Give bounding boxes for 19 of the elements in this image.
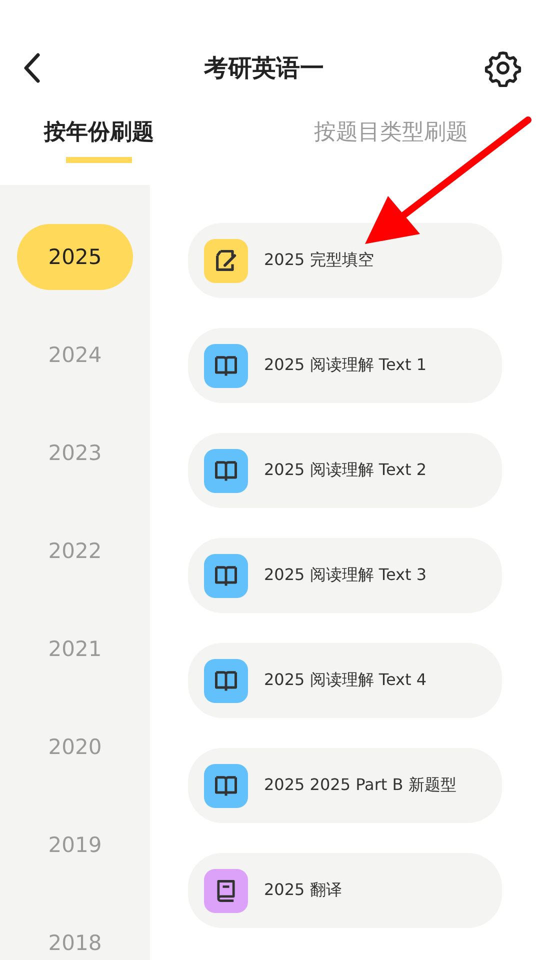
exercise-card[interactable]: 2025 阅读理解 Text 2	[188, 433, 502, 508]
exercise-card[interactable]: 2025 翻译	[188, 853, 502, 928]
page-title: 考研英语一	[204, 52, 324, 84]
exercise-card[interactable]: 2025 阅读理解 Text 1	[188, 328, 502, 403]
tab[interactable]: 按年份刷题	[44, 117, 154, 163]
exercise-card[interactable]: 2025 阅读理解 Text 4	[188, 643, 502, 718]
exercise-title: 2025 阅读理解 Text 4	[264, 670, 427, 691]
exercise-title: 2025 阅读理解 Text 2	[264, 460, 427, 481]
exercise-title: 2025 完型填空	[264, 250, 374, 271]
exercise-title: 2025 2025 Part B 新题型	[264, 775, 456, 796]
edit-icon	[213, 248, 239, 274]
exercise-card[interactable]: 2025 2025 Part B 新题型	[188, 748, 502, 823]
exercise-title: 2025 阅读理解 Text 1	[264, 355, 427, 376]
exercise-title: 2025 阅读理解 Text 3	[264, 565, 427, 586]
year-item[interactable]: 2025	[17, 224, 133, 290]
exercise-card[interactable]: 2025 完型填空	[188, 223, 502, 298]
exercise-title: 2025 翻译	[264, 880, 342, 901]
settings-icon[interactable]	[484, 48, 522, 86]
exercise-card[interactable]: 2025 阅读理解 Text 3	[188, 538, 502, 613]
